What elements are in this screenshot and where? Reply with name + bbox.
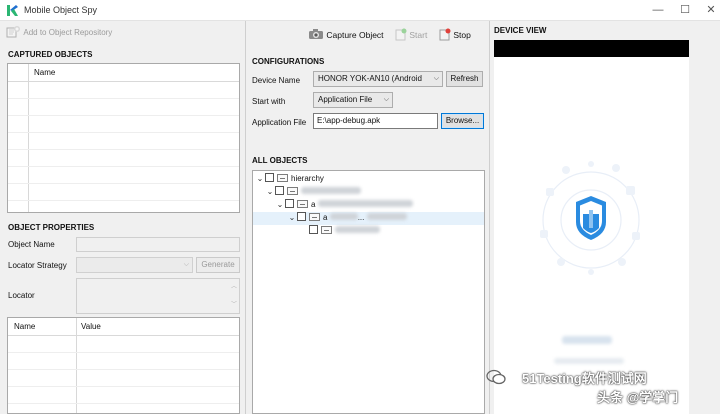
device-name-select[interactable]: HONOR YOK-AN10 (Android ⌵ — [313, 71, 443, 87]
device-name-value: HONOR YOK-AN10 (Android — [318, 74, 422, 83]
application-file-input[interactable]: E:\app-debug.apk — [313, 113, 438, 129]
stop-icon — [439, 28, 451, 41]
redacted-app-name — [562, 336, 612, 344]
tree-node[interactable]: ⌄ — [265, 186, 361, 198]
captured-objects-table[interactable]: Name — [7, 63, 240, 213]
left-panel: Add to Object Repository CAPTURED OBJECT… — [0, 21, 245, 414]
collapse-icon[interactable]: ⌄ — [265, 186, 275, 198]
redacted-label — [317, 200, 413, 207]
shield-icon — [576, 196, 606, 240]
start-with-value: Application File — [318, 95, 373, 104]
tree-checkbox[interactable] — [285, 199, 294, 208]
object-name-field[interactable] — [76, 237, 240, 252]
object-properties-table[interactable]: Name Value — [7, 317, 240, 414]
tree-checkbox[interactable] — [275, 186, 284, 195]
scroll-down-icon[interactable]: ﹀ — [231, 298, 237, 312]
tree-node-suffix: ... — [357, 213, 365, 222]
redacted-label — [301, 187, 361, 194]
object-name-label: Object Name — [8, 240, 55, 249]
add-to-repository-label: Add to Object Repository — [23, 28, 113, 37]
device-view-title: DEVICE VIEW — [494, 26, 547, 35]
capture-object-button[interactable]: Capture Object — [308, 28, 384, 40]
tree-node-selected[interactable]: ⌄ a ... — [287, 212, 407, 224]
start-button[interactable]: Start — [395, 28, 427, 41]
node-icon — [287, 187, 298, 195]
scroll-up-icon[interactable]: ︿ — [231, 280, 237, 294]
node-icon — [297, 200, 308, 208]
close-button[interactable]: ✕ — [702, 3, 720, 17]
tree-node-label: a — [311, 200, 316, 209]
props-col-name: Name — [14, 322, 36, 331]
capture-object-label: Capture Object — [326, 30, 384, 40]
collapse-icon[interactable]: ⌄ — [255, 173, 265, 185]
start-icon — [395, 28, 407, 41]
redacted-app-caption — [554, 358, 624, 364]
chevron-down-icon: ⌵ — [183, 261, 189, 268]
app-logo-icon — [7, 5, 18, 16]
locator-strategy-label: Locator Strategy — [8, 261, 67, 270]
collapse-icon[interactable]: ⌄ — [275, 199, 285, 211]
device-panel: DEVICE VIEW — [490, 21, 720, 414]
locator-textarea[interactable]: ︿ ﹀ — [76, 278, 240, 314]
camera-icon — [309, 29, 323, 39]
tree-node-hierarchy[interactable]: ⌄ hierarchy — [255, 173, 324, 185]
splash-illustration — [540, 161, 640, 275]
collapse-icon[interactable]: ⌄ — [287, 212, 297, 224]
all-objects-tree[interactable]: ⌄ hierarchy ⌄ ⌄ a ⌄ a ... — [252, 170, 485, 414]
add-repository-icon — [6, 26, 20, 38]
node-icon — [321, 226, 332, 234]
device-screen[interactable] — [494, 40, 689, 414]
tree-node-label: hierarchy — [291, 174, 324, 183]
props-col-value: Value — [81, 322, 101, 331]
start-label: Start — [409, 30, 428, 40]
tree-node-label: a — [323, 213, 328, 222]
maximize-button[interactable]: ☐ — [676, 3, 694, 17]
redacted-label — [329, 213, 358, 220]
locator-label: Locator — [8, 291, 35, 300]
locator-strategy-select[interactable]: ⌵ — [76, 257, 193, 273]
application-file-label: Application File — [252, 118, 307, 127]
add-to-repository-button[interactable]: Add to Object Repository — [6, 25, 112, 39]
title-bar: Mobile Object Spy — ☐ ✕ — [0, 0, 720, 21]
tree-checkbox[interactable] — [309, 225, 318, 234]
chevron-down-icon: ⌵ — [433, 75, 439, 82]
minimize-button[interactable]: — — [649, 3, 667, 17]
start-with-select[interactable]: Application File ⌵ — [313, 92, 393, 108]
watermark-line2: 头条 @学掌门 — [597, 390, 679, 405]
captured-col-name: Name — [34, 68, 56, 77]
tree-node[interactable]: ⌄ a — [275, 199, 413, 211]
captured-objects-title: CAPTURED OBJECTS — [8, 50, 93, 59]
node-icon — [309, 213, 320, 221]
refresh-button[interactable]: Refresh — [446, 71, 483, 87]
tree-node[interactable] — [309, 225, 380, 237]
tree-checkbox[interactable] — [265, 173, 274, 182]
start-with-label: Start with — [252, 97, 286, 106]
stop-label: Stop — [453, 30, 471, 40]
configurations-title: CONFIGURATIONS — [252, 57, 325, 66]
middle-panel: Capture Object Start Stop CONFIGURATIONS… — [246, 21, 489, 414]
chevron-down-icon: ⌵ — [383, 96, 389, 103]
redacted-label — [366, 213, 407, 220]
device-status-bar — [494, 40, 689, 57]
watermark: 51Testing软件测试网 头条 @学掌门 — [484, 365, 714, 410]
object-properties-title: OBJECT PROPERTIES — [8, 223, 95, 232]
generate-button[interactable]: Generate — [196, 257, 240, 273]
window-title: Mobile Object Spy — [24, 5, 98, 15]
device-name-label: Device Name — [252, 76, 301, 85]
watermark-line1: 51Testing软件测试网 — [522, 371, 647, 386]
stop-button[interactable]: Stop — [439, 28, 471, 41]
all-objects-title: ALL OBJECTS — [252, 156, 308, 165]
browse-button[interactable]: Browse... — [441, 113, 484, 129]
redacted-label — [335, 226, 380, 233]
tree-checkbox[interactable] — [297, 212, 306, 221]
wechat-icon — [486, 369, 506, 385]
node-icon — [277, 174, 288, 182]
